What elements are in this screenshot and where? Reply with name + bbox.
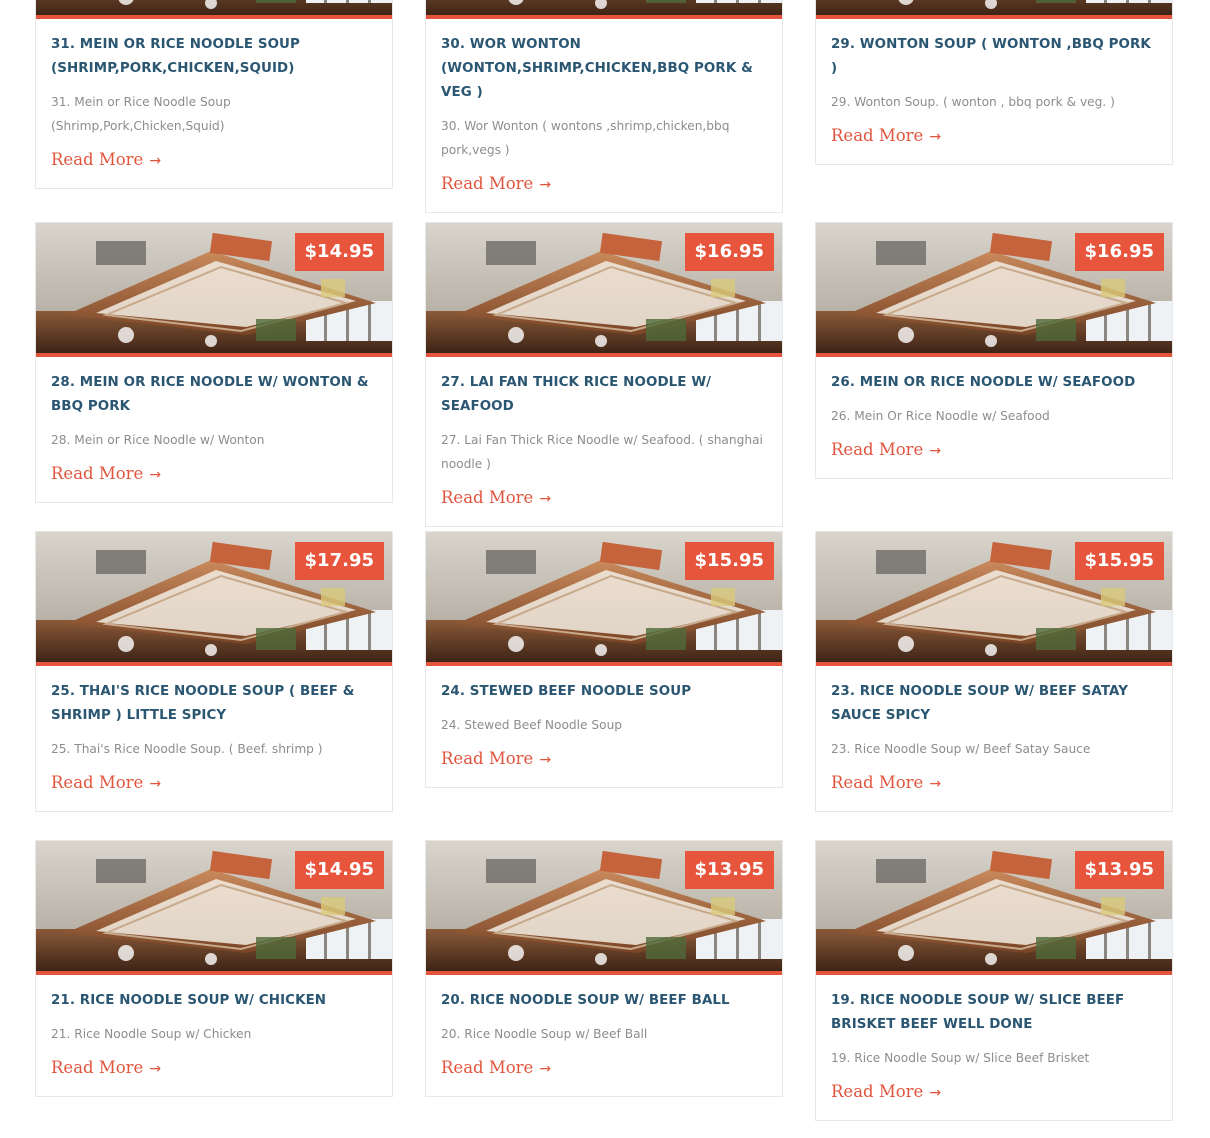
- menu-card: $17.95 25. Thai's Rice Noodle Soup ( Bee…: [35, 531, 393, 812]
- dish-image[interactable]: $15.95: [426, 532, 782, 666]
- read-more-link[interactable]: Read More →: [441, 748, 551, 771]
- dish-description: 31. Mein or Rice Noodle Soup (Shrimp,Por…: [51, 95, 231, 133]
- read-more-link[interactable]: Read More →: [831, 1081, 941, 1104]
- arrow-right-icon: →: [929, 129, 942, 145]
- read-more-link[interactable]: Read More →: [441, 1057, 551, 1080]
- dish-title[interactable]: 24. Stewed Beef Noodle Soup: [441, 680, 767, 704]
- dish-image[interactable]: $15.95: [816, 532, 1172, 666]
- read-more-link[interactable]: Read More →: [51, 772, 161, 795]
- read-more-link[interactable]: Read More →: [831, 439, 941, 462]
- dish-title[interactable]: 29. Wonton Soup ( wonton ,bbq pork ): [831, 33, 1157, 81]
- dish-description: 26. Mein Or Rice Noodle w/ Seafood: [831, 409, 1050, 423]
- dish-title[interactable]: 21. Rice Noodle Soup w/ Chicken: [51, 989, 377, 1013]
- price-badge: $13.95: [684, 851, 774, 889]
- arrow-right-icon: →: [929, 776, 942, 792]
- dish-image[interactable]: $13.95: [816, 841, 1172, 975]
- dish-description: 20. Rice Noodle Soup w/ Beef Ball: [441, 1027, 648, 1041]
- menu-card: 30. Wor Wonton (wonton,shrimp,chicken,bb…: [425, 0, 783, 213]
- menu-card: $16.95 27. Lai Fan Thick Rice Noodle w/ …: [425, 222, 783, 527]
- dish-image[interactable]: $16.95: [426, 223, 782, 357]
- dish-description: 30. Wor Wonton ( wontons ,shrimp,chicken…: [441, 119, 730, 157]
- dish-description: 24. Stewed Beef Noodle Soup: [441, 718, 623, 732]
- menu-card: 29. Wonton Soup ( wonton ,bbq pork ) 29.…: [815, 0, 1173, 165]
- read-more-link[interactable]: Read More →: [441, 487, 551, 510]
- price-badge: $14.95: [294, 851, 384, 889]
- dish-image[interactable]: [426, 0, 782, 19]
- dish-description: 27. Lai Fan Thick Rice Noodle w/ Seafood…: [441, 433, 763, 471]
- dish-title[interactable]: 31. Mein or Rice Noodle Soup (Shrimp,Por…: [51, 33, 377, 81]
- price-badge: $14.95: [294, 233, 384, 271]
- dish-description: 25. Thai's Rice Noodle Soup. ( Beef. shr…: [51, 742, 323, 756]
- menu-card: $14.95 28. Mein or Rice Noodle w/ Wonton…: [35, 222, 393, 503]
- price-badge: $16.95: [1074, 233, 1164, 271]
- read-more-link[interactable]: Read More →: [51, 463, 161, 486]
- arrow-right-icon: →: [149, 153, 162, 169]
- arrow-right-icon: →: [539, 1061, 552, 1077]
- read-more-link[interactable]: Read More →: [441, 173, 551, 196]
- arrow-right-icon: →: [929, 443, 942, 459]
- dish-image[interactable]: $13.95: [426, 841, 782, 975]
- menu-card: $13.95 20. Rice Noodle Soup w/ Beef Ball…: [425, 840, 783, 1097]
- arrow-right-icon: →: [539, 752, 552, 768]
- dish-image[interactable]: $14.95: [36, 223, 392, 357]
- dish-image[interactable]: $14.95: [36, 841, 392, 975]
- dish-image[interactable]: $16.95: [816, 223, 1172, 357]
- arrow-right-icon: →: [539, 491, 552, 507]
- read-more-link[interactable]: Read More →: [831, 125, 941, 148]
- dish-title[interactable]: 27. Lai Fan Thick Rice Noodle w/ Seafood: [441, 371, 767, 419]
- menu-card: $15.95 23. Rice Noodle Soup w/ Beef Sata…: [815, 531, 1173, 812]
- menu-card: $13.95 19. Rice Noodle Soup w/ Slice Bee…: [815, 840, 1173, 1121]
- menu-card: $16.95 26. Mein or Rice Noodle w/ Seafoo…: [815, 222, 1173, 479]
- dish-image[interactable]: $17.95: [36, 532, 392, 666]
- read-more-link[interactable]: Read More →: [51, 149, 161, 172]
- dish-title[interactable]: 26. Mein or Rice Noodle w/ Seafood: [831, 371, 1157, 395]
- dish-image[interactable]: [816, 0, 1172, 19]
- menu-card: 31. Mein or Rice Noodle Soup (Shrimp,Por…: [35, 0, 393, 189]
- read-more-link[interactable]: Read More →: [831, 772, 941, 795]
- price-badge: $16.95: [684, 233, 774, 271]
- dish-title[interactable]: 20. Rice Noodle Soup w/ Beef Ball: [441, 989, 767, 1013]
- dish-description: 19. Rice Noodle Soup w/ Slice Beef Brisk…: [831, 1051, 1090, 1065]
- dish-title[interactable]: 19. Rice Noodle Soup w/ Slice Beef Brisk…: [831, 989, 1157, 1037]
- read-more-link[interactable]: Read More →: [51, 1057, 161, 1080]
- dish-description: 21. Rice Noodle Soup w/ Chicken: [51, 1027, 252, 1041]
- dish-image[interactable]: [36, 0, 392, 19]
- menu-card: $15.95 24. Stewed Beef Noodle Soup 24. S…: [425, 531, 783, 788]
- dish-title[interactable]: 30. Wor Wonton (wonton,shrimp,chicken,bb…: [441, 33, 767, 105]
- price-badge: $13.95: [1074, 851, 1164, 889]
- arrow-right-icon: →: [149, 776, 162, 792]
- dish-description: 29. Wonton Soup. ( wonton , bbq pork & v…: [831, 95, 1115, 109]
- dish-title[interactable]: 23. Rice Noodle Soup w/ Beef Satay Sauce…: [831, 680, 1157, 728]
- arrow-right-icon: →: [539, 177, 552, 193]
- menu-card: $14.95 21. Rice Noodle Soup w/ Chicken 2…: [35, 840, 393, 1097]
- dish-title[interactable]: 28. Mein or Rice Noodle w/ Wonton & BBQ …: [51, 371, 377, 419]
- dish-description: 28. Mein or Rice Noodle w/ Wonton: [51, 433, 265, 447]
- dish-title[interactable]: 25. Thai's Rice Noodle Soup ( Beef & Shr…: [51, 680, 377, 728]
- dish-description: 23. Rice Noodle Soup w/ Beef Satay Sauce: [831, 742, 1091, 756]
- arrow-right-icon: →: [929, 1085, 942, 1101]
- arrow-right-icon: →: [149, 1061, 162, 1077]
- price-badge: $15.95: [684, 542, 774, 580]
- arrow-right-icon: →: [149, 467, 162, 483]
- price-badge: $17.95: [294, 542, 384, 580]
- price-badge: $15.95: [1074, 542, 1164, 580]
